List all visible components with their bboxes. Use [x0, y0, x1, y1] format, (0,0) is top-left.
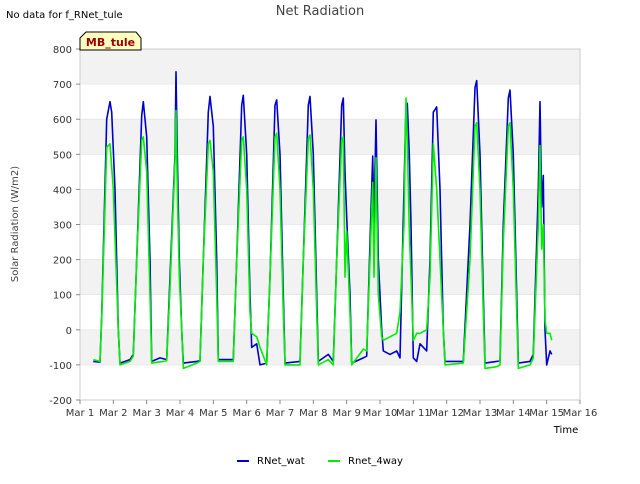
legend-label: Rnet_4way	[348, 456, 403, 467]
x-tick-label: Mar 6	[232, 408, 260, 419]
grid-band	[80, 259, 580, 295]
y-tick-label: 700	[53, 80, 72, 91]
y-axis-label: Solar Radiation (W/m2)	[10, 166, 21, 282]
x-tick-label: Mar 2	[99, 408, 127, 419]
y-tick-label: 300	[53, 221, 72, 232]
x-tick-label: Mar 5	[199, 408, 227, 419]
y-tick-label: 100	[53, 291, 72, 302]
x-tick-label: Mar 12	[429, 408, 464, 419]
x-tick-label: Mar 1	[66, 408, 94, 419]
x-tick-label: Mar 7	[266, 408, 294, 419]
y-tick-label: 400	[53, 185, 72, 196]
grid-band	[80, 49, 580, 85]
x-tick-label: Mar 8	[299, 408, 327, 419]
grid-band	[80, 224, 580, 260]
y-axis: -200 -100 0 100 200 300 400 500 600 700 800	[49, 45, 80, 407]
net-radiation-chart: No data for f_RNet_tule Net Radiation -2…	[6, 4, 598, 467]
plot-bands	[80, 49, 580, 401]
x-tick-label: Mar 16	[563, 408, 598, 419]
y-tick-label: 200	[53, 256, 72, 267]
x-tick-label: Mar 14	[496, 408, 531, 419]
grid-band	[80, 364, 580, 400]
site-badge-label: MB_tule	[86, 36, 135, 49]
grid-band	[80, 84, 580, 120]
y-tick-label: 600	[53, 115, 72, 126]
x-tick-label: Mar 13	[463, 408, 498, 419]
x-axis: Mar 1 Mar 2 Mar 3 Mar 4 Mar 5 Mar 6 Mar 7 Mar 8…	[66, 400, 598, 419]
no-data-note: No data for f_RNet_tule	[6, 10, 123, 21]
y-tick-label: -100	[49, 361, 72, 372]
grid-band	[80, 294, 580, 330]
legend: RNet_wat Rnet_4way	[237, 456, 403, 467]
x-axis-label: Time	[553, 425, 578, 436]
x-tick-label: Mar 3	[132, 408, 160, 419]
y-tick-label: 0	[66, 326, 72, 337]
grid-band	[80, 119, 580, 155]
x-tick-label: Mar 4	[166, 408, 194, 419]
y-tick-label: 500	[53, 150, 72, 161]
chart-title: Net Radiation	[276, 4, 364, 19]
x-tick-label: Mar 15	[529, 408, 564, 419]
y-tick-label: -200	[49, 396, 72, 407]
x-tick-label: Mar 9	[332, 408, 360, 419]
legend-label: RNet_wat	[257, 456, 305, 467]
y-tick-label: 800	[53, 45, 72, 56]
site-badge: MB_tule	[79, 31, 142, 51]
x-tick-label: Mar 11	[396, 408, 431, 419]
x-tick-label: Mar 10	[363, 408, 398, 419]
